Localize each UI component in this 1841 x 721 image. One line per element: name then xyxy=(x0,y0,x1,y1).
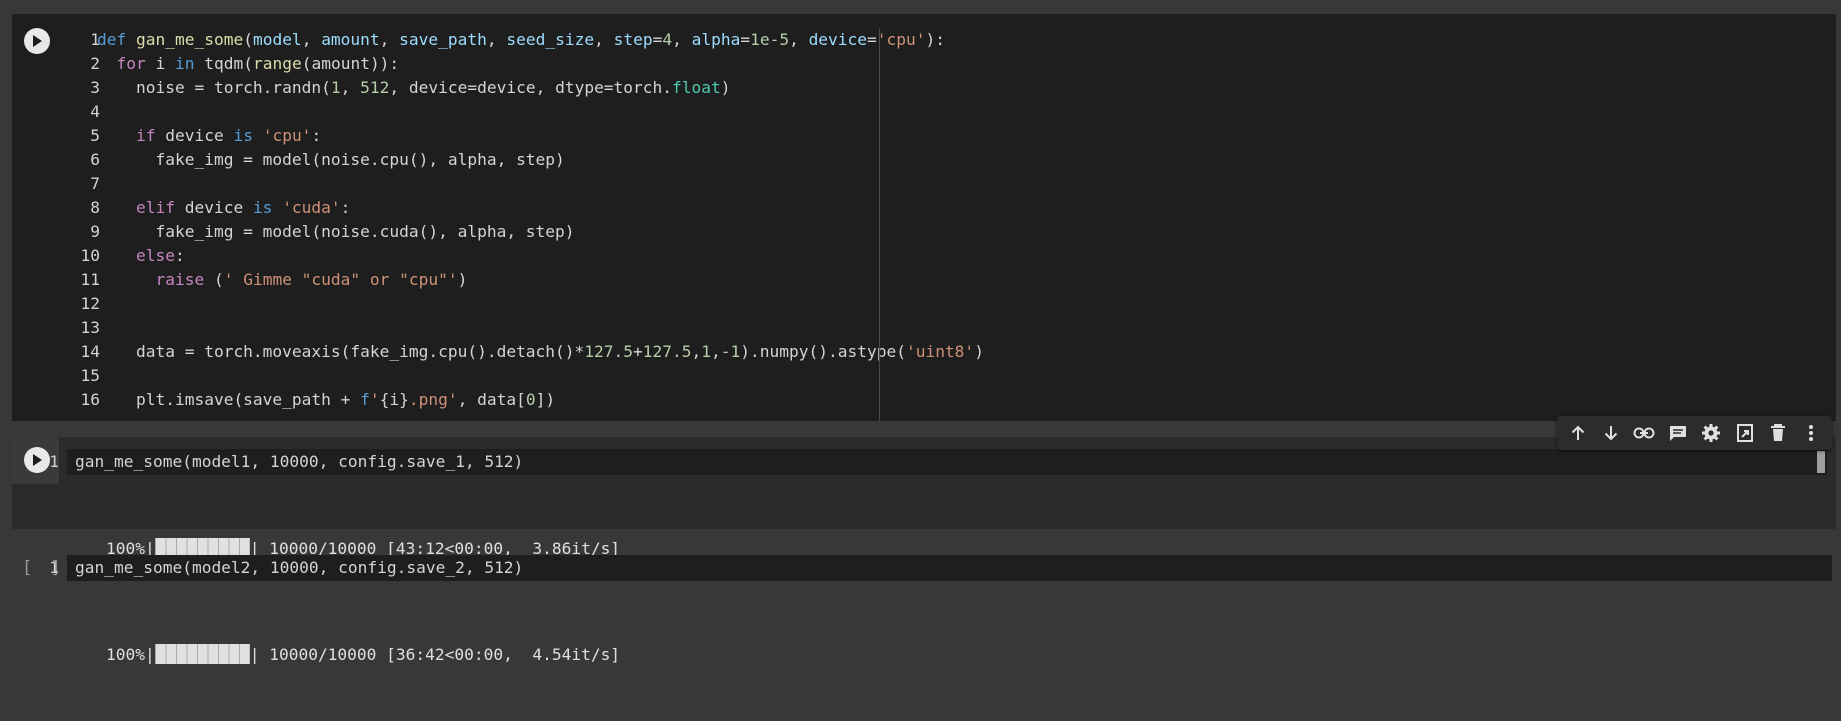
code-line[interactable]: raise (' Gimme "cuda" or "cpu"') xyxy=(97,268,467,292)
code-cell-1[interactable]: 1 2 3 4 5 6 7 8 9 10 11 12 13 14 15 16 d… xyxy=(12,14,1836,421)
more-options-button[interactable] xyxy=(1797,419,1825,447)
code-line[interactable]: if device is 'cpu': xyxy=(97,124,321,148)
line-number: 5 xyxy=(90,126,100,145)
code-line[interactable]: fake_img = model(noise.cuda(), alpha, st… xyxy=(97,220,574,244)
arrow-up-icon xyxy=(1571,425,1584,440)
scrollbar[interactable] xyxy=(1817,451,1825,473)
code-line[interactable]: for i in tqdm(range(amount)): xyxy=(97,52,400,76)
line-number: 15 xyxy=(80,366,101,385)
link-icon xyxy=(1633,427,1655,439)
settings-button[interactable] xyxy=(1697,419,1725,447)
mirror-cell-icon xyxy=(1736,424,1753,442)
code-cell-2[interactable]: 1 gan_me_some(model1, 10000, config.save… xyxy=(12,437,1836,558)
line-number: 10 xyxy=(80,246,101,265)
delete-cell-button[interactable] xyxy=(1764,419,1792,447)
code-line[interactable]: def gan_me_some(model, amount, save_path… xyxy=(97,28,945,52)
code-editor[interactable]: 1 2 3 4 5 6 7 8 9 10 11 12 13 14 15 16 d… xyxy=(12,14,1836,421)
code-cell-3[interactable]: [ ] 1 gan_me_some(model2, 10000, config.… xyxy=(12,545,1836,664)
code-line[interactable]: noise = torch.randn(1, 512, device=devic… xyxy=(97,76,731,100)
line-number: 7 xyxy=(90,174,100,193)
line-number: 3 xyxy=(90,78,100,97)
progress-percent: 100%| xyxy=(105,645,155,664)
progress-stats: | 10000/10000 [36:42<00:00, 4.54it/s] xyxy=(249,645,621,664)
code-editor[interactable]: 1 gan_me_some(model2, 10000, config.save… xyxy=(49,555,1832,581)
move-down-button[interactable] xyxy=(1597,419,1625,447)
move-up-button[interactable] xyxy=(1564,419,1592,447)
line-number: 6 xyxy=(90,150,100,169)
line-number: 9 xyxy=(90,222,100,241)
code-editor[interactable]: 1 gan_me_some(model1, 10000, config.save… xyxy=(49,449,1827,475)
line-number: 1 xyxy=(90,30,100,49)
line-number: 14 xyxy=(80,342,101,361)
progress-bar xyxy=(154,644,250,664)
trash-icon xyxy=(1770,424,1785,441)
line-number: 11 xyxy=(80,270,101,289)
cell-output: 100%| | 10000/10000 [36:42<00:00, 4.54it/… xyxy=(67,589,620,664)
line-number: 8 xyxy=(90,198,100,217)
more-vert-icon xyxy=(1809,425,1814,441)
line-number: 12 xyxy=(80,294,101,313)
code-line[interactable]: data = torch.moveaxis(fake_img.cpu().det… xyxy=(97,340,984,364)
line-number: 1 xyxy=(49,452,59,471)
link-button[interactable] xyxy=(1630,419,1658,447)
code-line[interactable]: gan_me_some(model2, 10000, config.save_2… xyxy=(75,556,523,580)
cell-output: 100%| | 10000/10000 [43:12<00:00, 3.86it/… xyxy=(67,483,620,558)
gear-icon xyxy=(1702,424,1721,442)
code-line[interactable]: elif device is 'cuda': xyxy=(97,196,350,220)
code-line[interactable]: fake_img = model(noise.cpu(), alpha, ste… xyxy=(97,148,564,172)
cell-toolbar xyxy=(1557,416,1832,450)
line-number: 2 xyxy=(90,54,100,73)
comment-button[interactable] xyxy=(1664,419,1692,447)
mirror-cell-button[interactable] xyxy=(1731,419,1759,447)
line-number: 4 xyxy=(90,102,100,121)
line-number: 13 xyxy=(80,318,101,337)
code-line[interactable]: gan_me_some(model1, 10000, config.save_1… xyxy=(75,450,523,474)
arrow-down-icon xyxy=(1604,426,1618,441)
line-length-ruler xyxy=(879,28,880,421)
code-line[interactable]: plt.imsave(save_path + f'{i}.png', data[… xyxy=(97,388,555,412)
line-number: 16 xyxy=(80,390,101,409)
code-line[interactable]: else: xyxy=(97,244,185,268)
comment-icon xyxy=(1669,426,1686,441)
line-number: 1 xyxy=(49,558,59,577)
